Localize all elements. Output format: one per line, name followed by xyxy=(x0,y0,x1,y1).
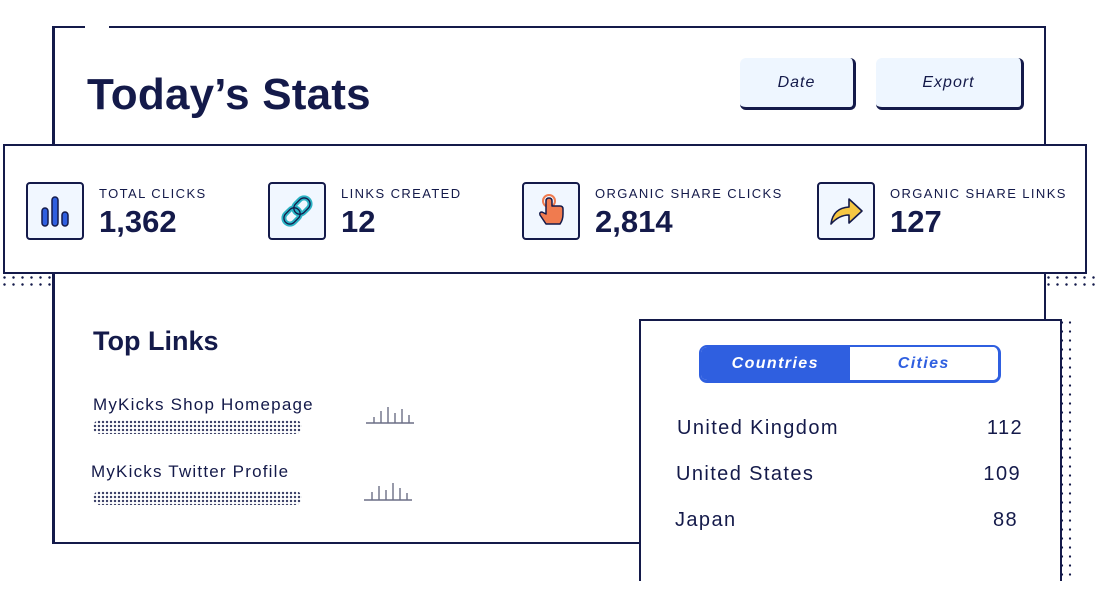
location-row: United States 109 xyxy=(676,463,1021,493)
stat-value: 12 xyxy=(341,204,376,239)
export-button[interactable]: Export xyxy=(876,58,1024,110)
location-name: United Kingdom xyxy=(677,417,839,439)
bar-chart-icon xyxy=(26,182,84,240)
location-row: United Kingdom 112 xyxy=(677,417,1023,447)
stat-label: TOTAL CLICKS xyxy=(99,186,207,201)
stat-value: 127 xyxy=(890,204,942,239)
top-link-url-redacted xyxy=(93,420,302,434)
stat-label: ORGANIC SHARE CLICKS xyxy=(595,186,783,201)
location-name: Japan xyxy=(675,509,737,531)
link-icon xyxy=(268,182,326,240)
page-title: Today’s Stats xyxy=(87,70,371,119)
location-name: United States xyxy=(676,463,815,485)
top-link-name[interactable]: MyKicks Shop Homepage xyxy=(93,395,314,415)
tap-icon xyxy=(522,182,580,240)
top-link-sparkline xyxy=(366,407,414,424)
stat-value: 1,362 xyxy=(99,204,177,239)
date-button[interactable]: Date xyxy=(740,58,856,110)
share-arrow-icon xyxy=(817,182,875,240)
locations-card: Countries Cities United Kingdom 112 Unit… xyxy=(639,319,1062,581)
top-links-title: Top Links xyxy=(93,326,219,356)
stats-strip: TOTAL CLICKS 1,362 LINKS CREATED 12 ORGA… xyxy=(3,144,1087,274)
location-count: 112 xyxy=(986,417,1023,439)
top-link-url-redacted xyxy=(93,491,302,505)
location-row: Japan 88 xyxy=(675,509,1018,539)
top-link-name[interactable]: MyKicks Twitter Profile xyxy=(91,462,289,482)
location-count: 88 xyxy=(992,509,1018,531)
tab-cities[interactable]: Cities xyxy=(849,347,998,380)
tab-countries[interactable]: Countries xyxy=(701,347,850,380)
stat-label: LINKS CREATED xyxy=(341,186,462,201)
location-count: 109 xyxy=(983,463,1021,485)
stat-value: 2,814 xyxy=(595,204,673,239)
stat-label: ORGANIC SHARE LINKS xyxy=(890,186,1067,201)
location-toggle: Countries Cities xyxy=(699,345,1001,383)
top-link-sparkline xyxy=(364,483,412,501)
